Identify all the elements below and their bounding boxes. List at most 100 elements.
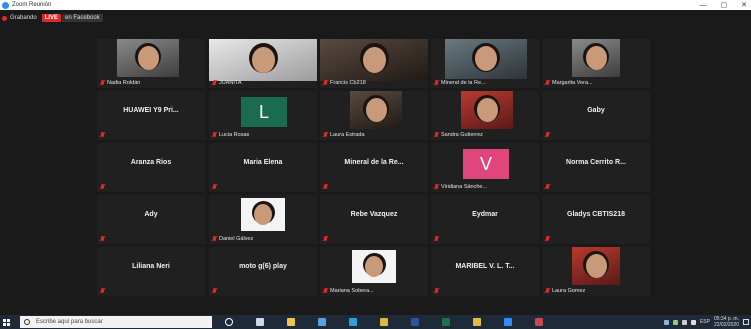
participant-tile[interactable]: Margarita Vera...: [542, 39, 650, 88]
cortana-icon[interactable]: [222, 316, 236, 328]
participant-tile[interactable]: Rebe Vazquez: [320, 195, 428, 244]
muted-mic-icon: [100, 288, 105, 294]
participant-tile[interactable]: Laura Gomez: [542, 247, 650, 296]
task-view-icon[interactable]: [253, 316, 267, 328]
participant-tile[interactable]: Gaby: [542, 91, 650, 140]
title-bar: Zoom Reunión — ▢ ✕: [0, 0, 751, 10]
participant-video: [461, 91, 513, 129]
participant-name: Eydmar: [472, 211, 498, 218]
muted-mic-icon: [100, 184, 105, 190]
participant-tile[interactable]: Laura Estrada: [320, 91, 428, 140]
participant-name: Gaby: [587, 107, 605, 114]
muted-mic-icon: [212, 80, 217, 86]
wechat-icon[interactable]: [672, 319, 678, 325]
word-icon[interactable]: [408, 316, 422, 328]
participant-tile[interactable]: Norma Cerrito R...: [542, 143, 650, 192]
participant-label: Laura Estrada: [323, 132, 365, 138]
participant-tile[interactable]: moto g(6) play: [209, 247, 317, 296]
muted-mic-icon: [212, 236, 217, 242]
muted-mic-icon: [212, 288, 217, 294]
volume-icon[interactable]: [690, 319, 696, 325]
muted-mic-icon: [212, 132, 217, 138]
participant-video: [320, 39, 428, 81]
clock-date: 22/02/2020: [713, 322, 739, 328]
participant-face: [366, 98, 387, 122]
participant-name: Ady: [144, 211, 158, 218]
participant-name: Gladys CBTIS218: [567, 211, 625, 218]
zoom-icon[interactable]: [501, 316, 515, 328]
participant-tile[interactable]: Francis Cb218: [320, 39, 428, 88]
participant-label: [100, 132, 105, 138]
search-icon: [24, 319, 30, 325]
edge-icon[interactable]: [346, 316, 360, 328]
participant-tile[interactable]: V Viridiana Sánche...: [431, 143, 539, 192]
app-icon[interactable]: [532, 316, 546, 328]
network-icon[interactable]: [663, 319, 669, 325]
notification-icon[interactable]: [743, 319, 749, 325]
participant-label-text: Margarita Vera...: [552, 80, 593, 86]
participant-tile[interactable]: Maria Elena: [209, 143, 317, 192]
participant-video: [352, 250, 396, 283]
participant-tile[interactable]: Gladys CBTIS218: [542, 195, 650, 244]
excel-icon[interactable]: [439, 316, 453, 328]
participant-tile[interactable]: Aranza Rios: [97, 143, 205, 192]
live-destination[interactable]: en Facebook: [62, 14, 103, 22]
muted-mic-icon: [434, 132, 439, 138]
participant-name: Norma Cerrito R...: [566, 159, 626, 166]
participant-label: Laura Gomez: [545, 288, 585, 294]
participant-label-text: Mineral de la Re...: [441, 80, 486, 86]
participant-label: Margarita Vera...: [545, 80, 593, 86]
muted-mic-icon: [323, 132, 328, 138]
participant-label: [212, 184, 217, 190]
participant-tile[interactable]: Liliana Neri: [97, 247, 205, 296]
participant-label: [100, 288, 105, 294]
participant-tile[interactable]: Nadia Roldán: [97, 39, 205, 88]
participant-face: [252, 47, 275, 73]
file-explorer-icon[interactable]: [284, 316, 298, 328]
recording-status[interactable]: Grabando: [10, 15, 37, 21]
participant-tile[interactable]: MARIBEL V. L. T...: [431, 247, 539, 296]
battery-icon[interactable]: [681, 319, 687, 325]
taskbar-search[interactable]: Escribe aquí para buscar: [20, 316, 212, 328]
minimize-button[interactable]: —: [700, 2, 707, 9]
participant-tile[interactable]: Daniel Gálvez: [209, 195, 317, 244]
clock[interactable]: 05:34 p. m. 22/02/2020: [714, 316, 739, 328]
participant-name: Rebe Vazquez: [350, 211, 398, 218]
muted-mic-icon: [100, 236, 105, 242]
participant-name: MARIBEL V. L. T...: [455, 263, 515, 270]
participant-label: Francis Cb218: [323, 80, 366, 86]
participant-tile[interactable]: Mineral de la Re...: [431, 39, 539, 88]
muted-mic-icon: [545, 132, 550, 138]
start-button[interactable]: [0, 315, 12, 329]
folder-icon[interactable]: [470, 316, 484, 328]
participant-video: [572, 39, 620, 77]
muted-mic-icon: [434, 288, 439, 294]
participant-label-text: Daniel Gálvez: [219, 236, 254, 242]
participant-label: JUANITA: [212, 80, 242, 86]
participant-label: Sandra Gutierrez: [434, 132, 483, 138]
participant-tile[interactable]: L Lucia Rosas: [209, 91, 317, 140]
participant-tile[interactable]: Sandra Gutierrez: [431, 91, 539, 140]
language-indicator[interactable]: ESP: [700, 319, 710, 325]
participant-tile[interactable]: Mineral de la Re...: [320, 143, 428, 192]
muted-mic-icon: [212, 184, 217, 190]
participant-label: Mineral de la Re...: [434, 80, 486, 86]
participant-tile[interactable]: HUAWEI Y9 Pri...: [97, 91, 205, 140]
participant-label: Nadia Roldán: [100, 80, 140, 86]
recording-indicator: Grabando LIVE en Facebook: [0, 12, 103, 24]
participant-label-text: Mariana Sobera...: [330, 288, 374, 294]
chrome-icon[interactable]: [377, 316, 391, 328]
participant-label: [212, 288, 217, 294]
close-button[interactable]: ✕: [741, 1, 747, 9]
muted-mic-icon: [545, 236, 550, 242]
muted-mic-icon: [545, 80, 550, 86]
participant-face: [138, 46, 159, 70]
participant-tile[interactable]: JUANITA: [209, 39, 317, 88]
store-icon[interactable]: [315, 316, 329, 328]
participant-tile[interactable]: Mariana Sobera...: [320, 247, 428, 296]
participant-tile[interactable]: Ady: [97, 195, 205, 244]
maximize-button[interactable]: ▢: [721, 1, 728, 9]
participant-tile[interactable]: Eydmar: [431, 195, 539, 244]
participant-face: [363, 47, 386, 73]
window-title: Zoom Reunión: [12, 2, 52, 8]
